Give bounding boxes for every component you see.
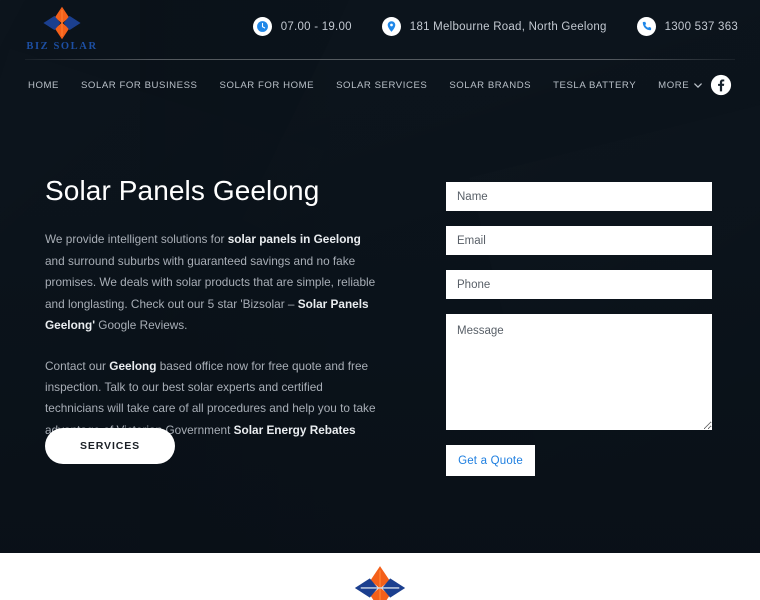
nav-link-solar-brands[interactable]: SOLAR BRANDS: [449, 80, 531, 91]
nav-link-solar-for-business[interactable]: SOLAR FOR BUSINESS: [81, 80, 198, 91]
location-pin-icon: [381, 17, 401, 36]
hero-p2-bold1: Geelong: [109, 358, 157, 373]
footer-diamond-solar-logo-icon: [354, 566, 406, 600]
hero-section: BIZ SOLAR 07.00 - 19.00 181 Melbourne Ro…: [0, 0, 760, 553]
hero-content: Solar Panels Geelong We provide intellig…: [45, 175, 395, 460]
clock-icon: [252, 17, 272, 36]
nav-list: HOME SOLAR FOR BUSINESS SOLAR FOR HOME S…: [28, 60, 724, 110]
nav-link-tesla-battery[interactable]: TESLA BATTERY: [553, 80, 636, 91]
contact-address[interactable]: 181 Melbourne Road, North Geelong: [381, 17, 607, 36]
hero-p2-part1: Contact our: [45, 358, 110, 373]
logo-wordmark: BIZ SOLAR: [26, 41, 98, 52]
phone-icon: [636, 17, 656, 36]
main-navigation: HOME SOLAR FOR BUSINESS SOLAR FOR HOME S…: [0, 60, 760, 110]
nav-item-tesla-battery: TESLA BATTERY: [553, 80, 636, 91]
top-bar: BIZ SOLAR 07.00 - 19.00 181 Melbourne Ro…: [0, 0, 760, 60]
page-title: Solar Panels Geelong: [45, 175, 320, 206]
facebook-icon[interactable]: [710, 74, 732, 96]
diamond-solar-logo-icon: [43, 6, 81, 40]
page-root: BIZ SOLAR 07.00 - 19.00 181 Melbourne Ro…: [0, 0, 760, 600]
chevron-down-icon: [694, 80, 702, 91]
quote-form: Get a Quote: [446, 182, 712, 476]
nav-item-more: MORE: [658, 80, 702, 91]
contact-hours[interactable]: 07.00 - 19.00: [252, 17, 352, 36]
footer-section: [0, 553, 760, 600]
contact-address-text: 181 Melbourne Road, North Geelong: [409, 20, 607, 33]
services-button[interactable]: SERVICES: [45, 428, 175, 464]
hero-p1-part1: We provide intelligent solutions for: [45, 232, 228, 247]
nav-item-solar-for-business: SOLAR FOR BUSINESS: [81, 80, 198, 91]
contact-hours-text: 07.00 - 19.00: [280, 20, 352, 33]
nav-link-home[interactable]: HOME: [28, 80, 59, 91]
get-a-quote-button[interactable]: Get a Quote: [446, 445, 535, 476]
contact-phone-text: 1300 537 363: [664, 20, 738, 33]
email-input[interactable]: [446, 226, 712, 255]
message-textarea[interactable]: [446, 314, 712, 430]
name-input[interactable]: [446, 182, 712, 211]
nav-link-solar-services[interactable]: SOLAR SERVICES: [336, 80, 427, 91]
nav-item-solar-for-home: SOLAR FOR HOME: [220, 80, 315, 91]
nav-link-more[interactable]: MORE: [658, 80, 702, 91]
hero-p1-part3: Google Reviews.: [95, 318, 188, 333]
contact-phone[interactable]: 1300 537 363: [636, 17, 738, 36]
hero-paragraph-1: We provide intelligent solutions for sol…: [45, 229, 380, 336]
nav-link-more-label: MORE: [658, 79, 690, 91]
nav-item-solar-brands: SOLAR BRANDS: [449, 80, 531, 91]
phone-input[interactable]: [446, 270, 712, 299]
contact-info-group: 07.00 - 19.00 181 Melbourne Road, North …: [223, 17, 738, 36]
hero-p1-bold1: solar panels in Geelong: [227, 232, 361, 247]
hero-p2-bold2: Solar Energy Rebates: [233, 422, 356, 437]
nav-item-home: HOME: [28, 80, 59, 91]
site-logo[interactable]: BIZ SOLAR: [24, 6, 100, 54]
nav-link-solar-for-home[interactable]: SOLAR FOR HOME: [220, 80, 315, 91]
nav-item-solar-services: SOLAR SERVICES: [336, 80, 427, 91]
